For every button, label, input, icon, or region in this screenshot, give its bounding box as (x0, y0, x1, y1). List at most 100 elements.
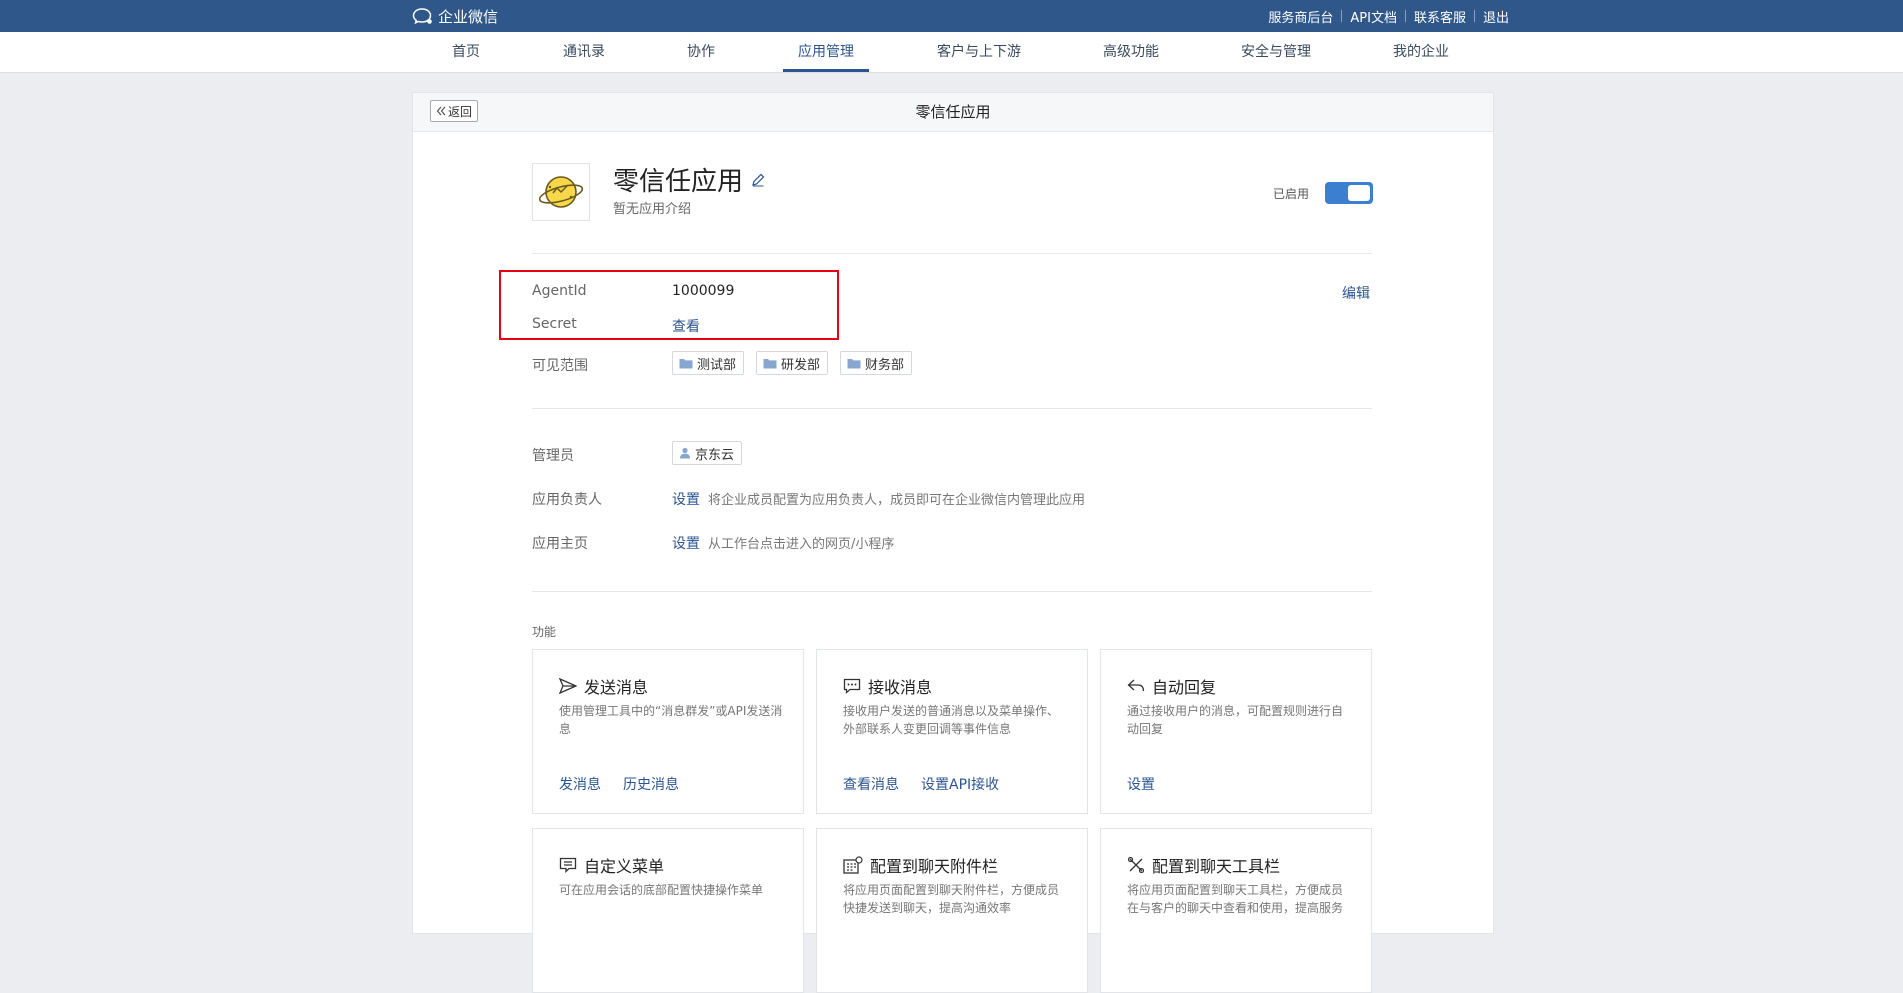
feature-links: 发消息 历史消息 (559, 774, 679, 794)
nav-item-app-management[interactable]: 应用管理 (783, 32, 869, 72)
feature-links: 设置 (1127, 774, 1155, 794)
auto-reply-settings-link[interactable]: 设置 (1127, 774, 1155, 794)
set-api-receive-link[interactable]: 设置API接收 (921, 774, 999, 794)
department-tag[interactable]: 财务部 (840, 351, 913, 375)
feature-header: 自动回复 (1127, 674, 1216, 698)
feature-header: 配置到聊天附件栏 (843, 853, 998, 877)
feature-card-auto-reply: 自动回复 通过接收用户的消息，可配置规则进行自动回复 设置 (1100, 649, 1372, 814)
feature-title: 接收消息 (868, 678, 933, 697)
nav-item-collaboration[interactable]: 协作 (687, 32, 715, 72)
view-messages-link[interactable]: 查看消息 (843, 774, 899, 794)
department-tag[interactable]: 测试部 (672, 351, 745, 375)
feature-title: 配置到聊天附件栏 (870, 857, 999, 876)
user-icon (680, 447, 690, 459)
feature-desc: 将应用页面配置到聊天工具栏，方便成员在与客户的聊天中查看和使用，提高服务 (1127, 883, 1344, 915)
feature-desc: 通过接收用户的消息，可配置规则进行自动回复 (1127, 704, 1344, 736)
planet-icon (538, 176, 584, 208)
send-icon (559, 678, 577, 694)
send-message-link[interactable]: 发消息 (559, 774, 601, 794)
nav-item-contacts[interactable]: 通讯录 (563, 32, 605, 72)
feature-title: 自定义菜单 (584, 857, 665, 876)
divider (1473, 10, 1475, 22)
feature-header: 接收消息 (843, 674, 932, 698)
top-link-provider[interactable]: 服务商后台 (1268, 7, 1333, 26)
homepage-set-link[interactable]: 设置 (672, 536, 700, 552)
feature-title: 自动回复 (1152, 678, 1217, 697)
status-label: 已启用 (1273, 187, 1310, 201)
feature-card-receive-message: 接收消息 接收用户发送的普通消息以及菜单操作、外部联系人变更回调等事件信息 查看… (816, 649, 1088, 814)
pen-icon[interactable] (751, 173, 765, 187)
app-detail-card: 返回 零信任应用 零信任应用 暂无应用介绍 已启用 AgentId 100009… (412, 92, 1494, 993)
owner-label: 应用负责人 (532, 492, 602, 508)
agentid-value: 1000099 (672, 283, 735, 299)
feature-card-chat-toolbar: 配置到聊天工具栏 将应用页面配置到聊天工具栏，方便成员在与客户的聊天中查看和使用… (1100, 828, 1372, 993)
feature-desc: 接收用户发送的普通消息以及菜单操作、外部联系人变更回调等事件信息 (843, 704, 1060, 736)
wecom-logo-icon (412, 8, 432, 25)
visibility-label: 可见范围 (532, 358, 588, 374)
edit-link[interactable]: 编辑 (1342, 283, 1370, 303)
secret-label: Secret (532, 316, 577, 332)
folder-icon (679, 358, 693, 368)
department-name: 研发部 (781, 357, 821, 373)
feature-header: 配置到聊天工具栏 (1127, 853, 1280, 877)
top-link-api-docs[interactable]: API文档 (1350, 7, 1397, 26)
divider (532, 408, 1372, 409)
homepage-row: 设置 从工作台点击进入的网页/小程序 (672, 533, 894, 553)
brand-name: 企业微信 (438, 7, 499, 26)
homepage-label: 应用主页 (532, 536, 588, 552)
features-title: 功能 (532, 625, 557, 639)
toolbar-icon (1127, 857, 1145, 873)
nav-item-home[interactable]: 首页 (452, 32, 480, 72)
feature-card-chat-attachment: 配置到聊天附件栏 将应用页面配置到聊天附件栏，方便成员快捷发送到聊天，提高沟通效… (816, 828, 1088, 993)
divider (532, 591, 1372, 592)
app-name: 零信任应用 (613, 161, 765, 198)
enable-toggle[interactable] (1325, 182, 1373, 204)
brand[interactable]: 企业微信 (412, 6, 498, 26)
folder-icon (763, 358, 777, 368)
divider (1341, 10, 1343, 22)
nav-item-security[interactable]: 安全与管理 (1241, 32, 1311, 72)
owner-hint: 将企业成员配置为应用负责人，成员即可在企业微信内管理此应用 (708, 493, 1086, 508)
owner-row: 设置 将企业成员配置为应用负责人，成员即可在企业微信内管理此应用 (672, 489, 1085, 509)
toggle-knob (1348, 185, 1370, 201)
admin-label: 管理员 (532, 448, 574, 464)
feature-desc: 可在应用会话的底部配置快捷操作菜单 (559, 883, 764, 897)
nav-item-my-company[interactable]: 我的企业 (1393, 32, 1449, 72)
main-nav: 首页 通讯录 协作 应用管理 客户与上下游 高级功能 安全与管理 我的企业 (0, 32, 1903, 73)
nav-item-customers[interactable]: 客户与上下游 (937, 32, 1021, 72)
admin-name: 京东云 (695, 447, 735, 463)
feature-links: 查看消息 设置API接收 (843, 774, 999, 794)
app-logo[interactable] (532, 163, 590, 221)
feature-header: 自定义菜单 (559, 853, 664, 877)
folder-icon (847, 358, 861, 368)
top-link-support[interactable]: 联系客服 (1414, 7, 1466, 26)
feature-desc: 将应用页面配置到聊天附件栏，方便成员快捷发送到聊天，提高沟通效率 (843, 883, 1060, 915)
top-links: 服务商后台 API文档 联系客服 退出 (1268, 0, 1509, 32)
top-link-logout[interactable]: 退出 (1483, 7, 1509, 26)
history-message-link[interactable]: 历史消息 (623, 774, 679, 794)
department-tag[interactable]: 研发部 (756, 351, 829, 375)
department-name: 财务部 (865, 357, 905, 373)
feature-title: 配置到聊天工具栏 (1152, 857, 1281, 876)
owner-set-link[interactable]: 设置 (672, 492, 700, 508)
nav-item-advanced[interactable]: 高级功能 (1103, 32, 1159, 72)
admin-tag[interactable]: 京东云 (672, 441, 743, 465)
page-title: 零信任应用 (915, 103, 991, 121)
feature-header: 发送消息 (559, 674, 648, 698)
agentid-label: AgentId (532, 283, 587, 299)
feature-card-custom-menu: 自定义菜单 可在应用会话的底部配置快捷操作菜单 (532, 828, 804, 993)
homepage-hint: 从工作台点击进入的网页/小程序 (708, 537, 895, 552)
reply-icon (1127, 679, 1145, 692)
card-header: 返回 零信任应用 (413, 93, 1493, 132)
divider (532, 253, 1372, 254)
department-name: 测试部 (697, 357, 737, 373)
divider (1404, 10, 1406, 22)
feature-title: 发送消息 (584, 678, 649, 697)
feature-card-send-message: 发送消息 使用管理工具中的“消息群发”或API发送消息 发消息 历史消息 (532, 649, 804, 814)
app-name-text: 零信任应用 (613, 167, 744, 197)
feature-desc: 使用管理工具中的“消息群发”或API发送消息 (559, 704, 783, 736)
view-secret-link[interactable]: 查看 (672, 316, 700, 336)
app-description: 暂无应用介绍 (613, 202, 692, 217)
attachment-icon (843, 856, 863, 874)
top-bar: 企业微信 服务商后台 API文档 联系客服 退出 (0, 0, 1903, 32)
